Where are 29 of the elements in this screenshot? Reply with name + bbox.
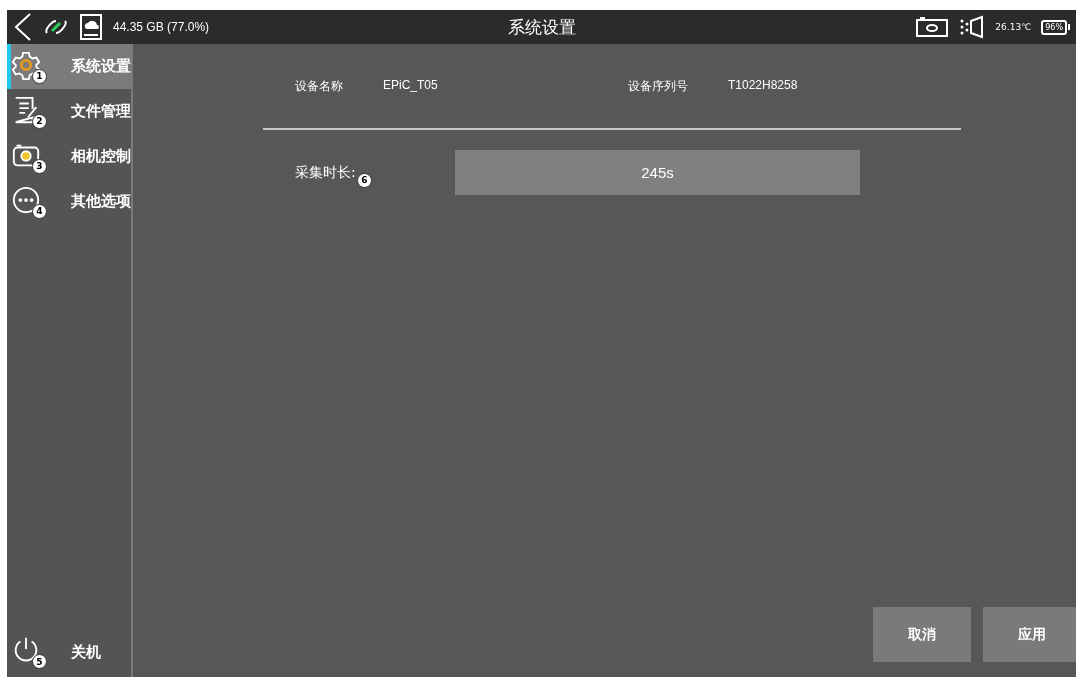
power-item[interactable]: 5 关机 (7, 627, 131, 677)
info-label: 设备名称 (295, 77, 343, 95)
back-icon[interactable] (13, 12, 33, 42)
temperature-text: 26.13℃ (995, 22, 1032, 32)
info-value: T1022H8258 (728, 77, 798, 94)
more-icon (11, 184, 41, 215)
sidebar-item[interactable]: 4 其他选项 (7, 179, 131, 224)
number-badge: 4 (32, 203, 47, 219)
number-badge: 5 (32, 654, 47, 669)
sidebar-item[interactable]: 2 文件管理 (7, 89, 131, 134)
number-badge: 6 (357, 172, 372, 188)
gear-icon (11, 49, 41, 80)
window-title: 系统设置 (507, 16, 576, 37)
apply-button[interactable]: 应用 (983, 607, 1076, 662)
info-value: EPiC_T05 (383, 77, 438, 94)
info-label: 设备序列号 (628, 77, 688, 95)
number-badge: 3 (32, 158, 47, 174)
projector-icon[interactable] (959, 15, 986, 39)
number-badge: 1 (32, 68, 47, 84)
sidebar-item[interactable]: 1 系统设置 (7, 44, 131, 89)
battery-level: 96% (1041, 19, 1067, 35)
storage-text: 44.35 GB (77.0%) (113, 20, 210, 34)
duration-field[interactable]: 245s (455, 150, 860, 195)
camera-icon[interactable] (915, 16, 950, 38)
number-badge: 2 (32, 113, 47, 129)
cancel-button[interactable]: 取消 (873, 607, 971, 662)
drive-icon (79, 13, 103, 41)
setting-label: 采集时长: (295, 163, 356, 180)
sidebar-item[interactable]: 3 相机控制 (7, 134, 131, 179)
